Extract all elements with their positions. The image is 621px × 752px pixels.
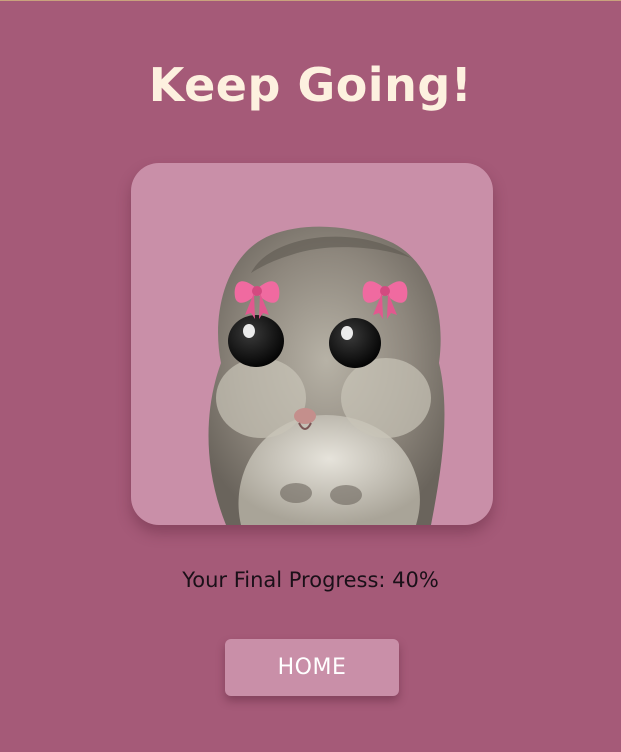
hamster-image xyxy=(208,226,445,525)
home-button[interactable]: HOME xyxy=(225,639,399,696)
page-title: Keep Going! xyxy=(148,58,473,112)
result-image-card xyxy=(131,163,493,525)
top-border xyxy=(0,0,621,1)
final-progress-text: Your Final Progress: 40% xyxy=(182,568,439,592)
